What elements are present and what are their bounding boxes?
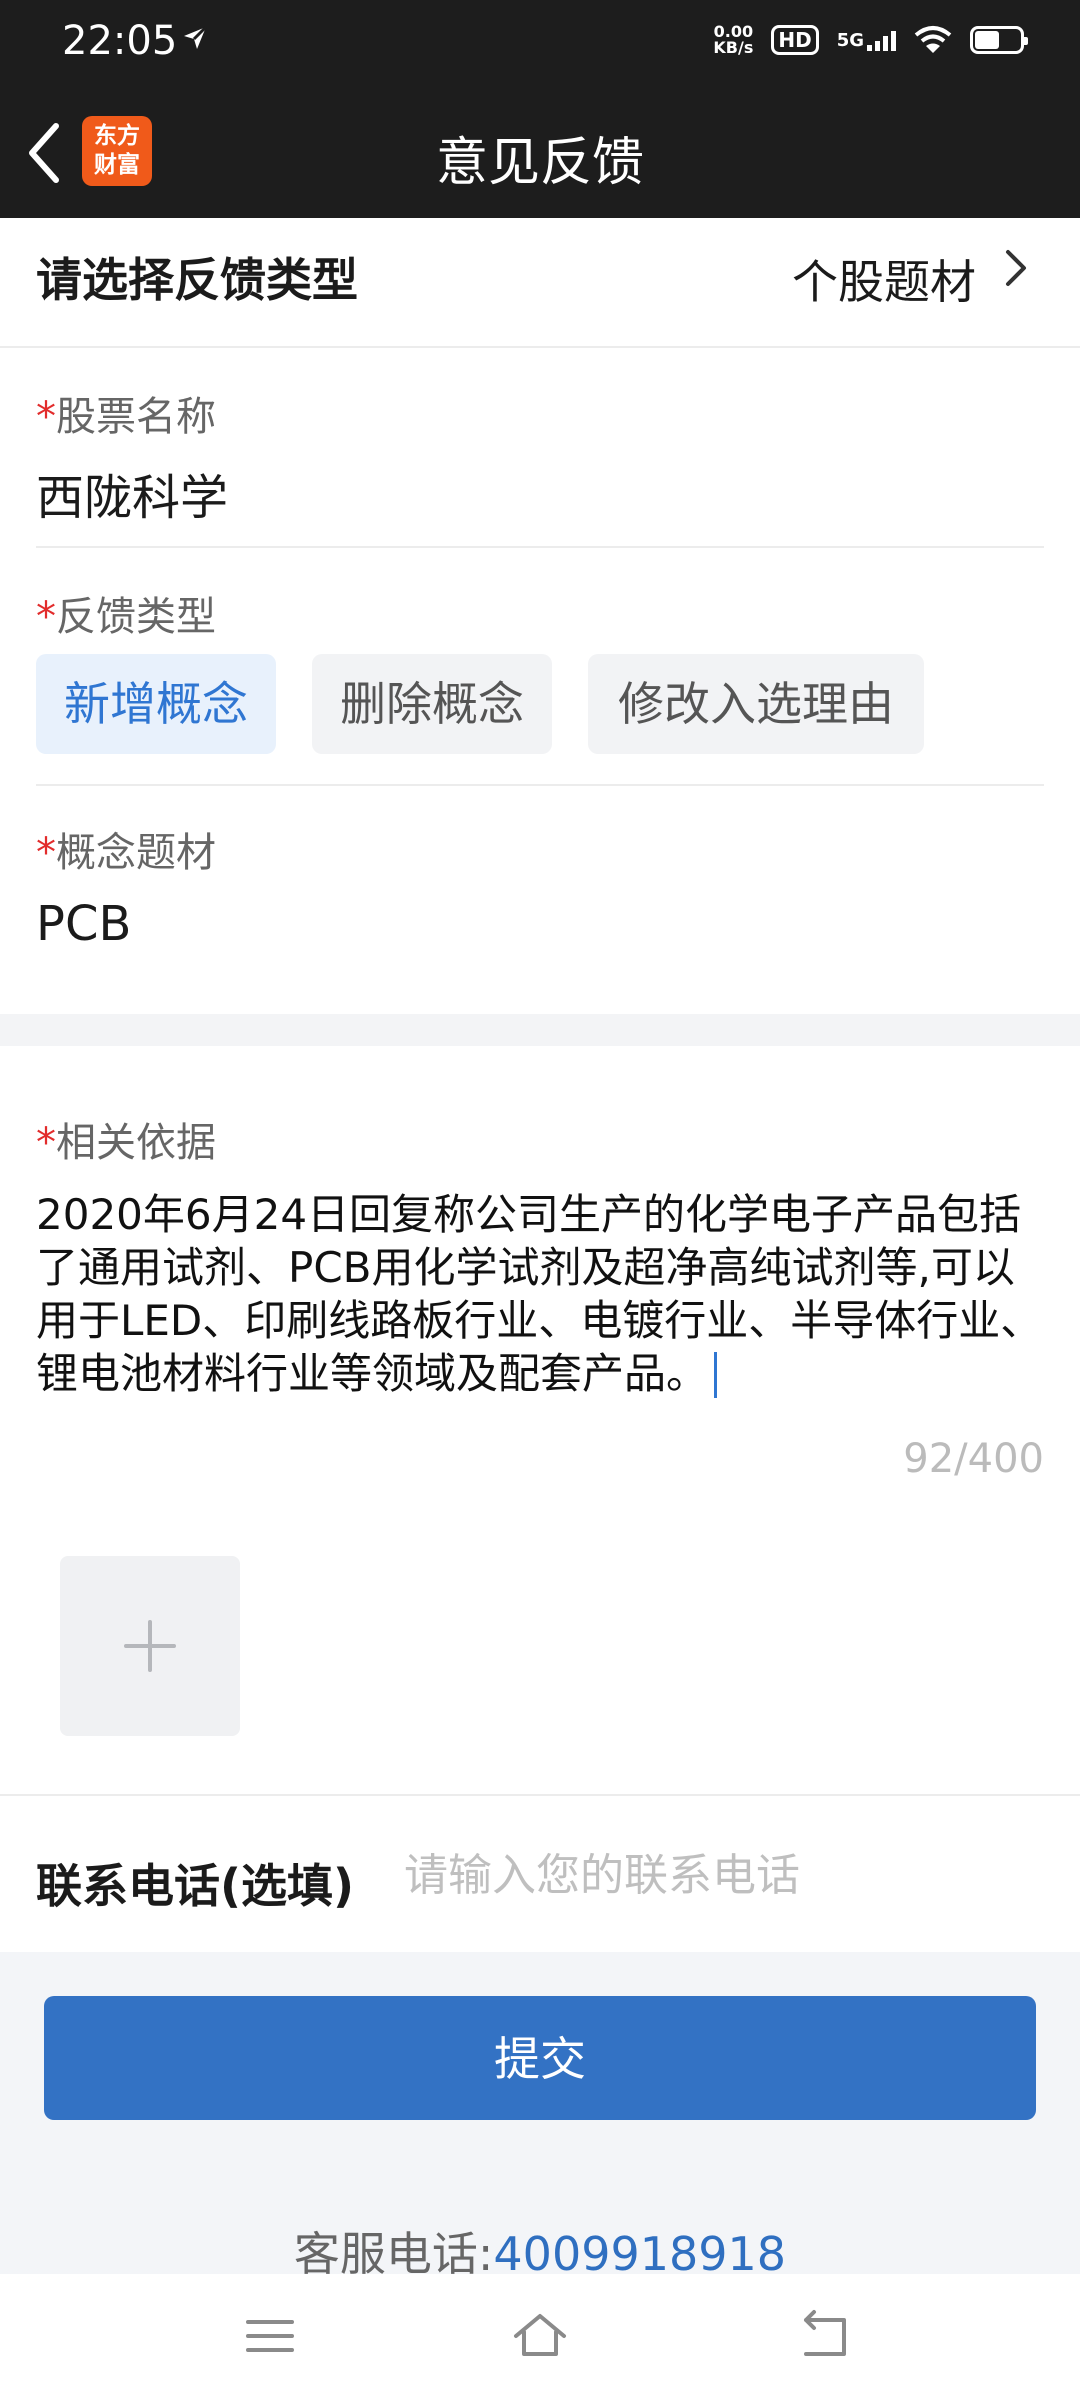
basis-textarea[interactable]: 2020年6月24日回复称公司生产的化学电子产品包括了通用试剂、PCB用化学试剂… bbox=[36, 1188, 1046, 1400]
required-mark: * bbox=[36, 1120, 56, 1166]
battery-level bbox=[975, 31, 999, 49]
char-counter: 92/400 bbox=[903, 1436, 1044, 1482]
required-mark: * bbox=[36, 594, 56, 640]
back-icon[interactable] bbox=[796, 2306, 856, 2366]
cellular-signal-icon: 5G bbox=[837, 29, 896, 51]
feedback-type-value[interactable]: 个股题材 bbox=[792, 246, 976, 312]
battery-icon bbox=[970, 26, 1028, 54]
menu-icon[interactable] bbox=[240, 2306, 300, 2366]
section-separator bbox=[0, 1014, 1080, 1046]
stock-name-label: *股票名称 bbox=[36, 394, 216, 440]
wifi-icon bbox=[914, 26, 952, 53]
option-delete-concept[interactable]: 删除概念 bbox=[312, 654, 552, 754]
stock-name-field[interactable]: 西陇科学 bbox=[36, 458, 228, 528]
service-label: 客服电话: bbox=[293, 2227, 494, 2281]
location-arrow-icon bbox=[182, 24, 208, 59]
status-time: 22:05 bbox=[62, 18, 178, 64]
feedback-type-label: 请选择反馈类型 bbox=[36, 253, 358, 307]
add-image-button[interactable] bbox=[60, 1556, 240, 1736]
contact-phone-label: 联系电话(选填) bbox=[36, 1859, 355, 1913]
plus-icon bbox=[124, 1620, 176, 1672]
contact-phone-input[interactable] bbox=[404, 1840, 1044, 1910]
page-title: 意见反馈 bbox=[435, 133, 644, 193]
required-mark: * bbox=[36, 394, 56, 440]
feedback-kind-label: *反馈类型 bbox=[36, 594, 216, 640]
basis-label: *相关依据 bbox=[36, 1120, 216, 1166]
submit-button[interactable]: 提交 bbox=[44, 1996, 1036, 2120]
divider bbox=[0, 1794, 1080, 1796]
concept-field[interactable]: PCB bbox=[36, 896, 131, 952]
network-type: 5G bbox=[836, 30, 864, 51]
basis-text: 2020年6月24日回复称公司生产的化学电子产品包括了通用试剂、PCB用化学试剂… bbox=[36, 1190, 1043, 1398]
home-icon[interactable] bbox=[510, 2306, 570, 2366]
required-mark: * bbox=[36, 830, 56, 876]
chevron-right-icon[interactable] bbox=[1000, 248, 1032, 288]
text-cursor bbox=[714, 1352, 718, 1398]
service-phone-link[interactable]: 4009918918 bbox=[493, 2227, 786, 2281]
option-add-concept[interactable]: 新增概念 bbox=[36, 654, 276, 754]
hd-badge: HD bbox=[771, 25, 819, 55]
status-indicators: 0.00 KB/s HD 5G bbox=[713, 22, 1028, 57]
divider bbox=[36, 784, 1044, 786]
divider bbox=[0, 346, 1080, 348]
divider bbox=[36, 546, 1044, 548]
option-modify-reason[interactable]: 修改入选理由 bbox=[588, 654, 924, 754]
concept-label: *概念题材 bbox=[36, 830, 216, 876]
net-speed: 0.00 KB/s bbox=[713, 22, 754, 57]
